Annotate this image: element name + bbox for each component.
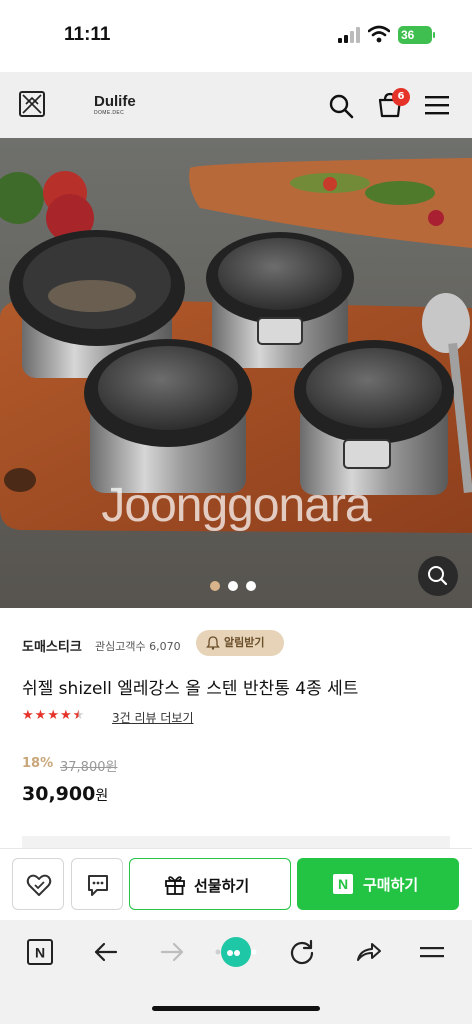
carousel-dot[interactable] xyxy=(228,581,238,591)
product-info: 도매스티크 관심고객수 6,070 알림받기 쉬젤 shizell 엘레강스 올… xyxy=(0,608,472,848)
more-menu-icon[interactable] xyxy=(418,938,446,966)
gift-icon xyxy=(165,876,185,895)
logo-subtext: DOME.DEC xyxy=(94,110,125,116)
rating-stars: ★ ★ ★ ★ ★ xyxy=(22,708,84,724)
watermark-text: Joonggonara xyxy=(101,479,371,532)
sale-price: 30,900원 xyxy=(22,783,108,805)
cart-count-badge: 6 xyxy=(392,88,410,106)
status-time: 11:11 xyxy=(64,24,111,45)
star-icon: ★ xyxy=(47,708,59,723)
store-home-icon[interactable] xyxy=(18,90,46,118)
battery-indicator: 36 xyxy=(398,26,435,44)
magnifier-icon xyxy=(428,566,448,586)
bell-icon xyxy=(206,636,220,650)
star-icon: ★ xyxy=(22,708,34,723)
battery-tip xyxy=(433,32,435,38)
signal-icon xyxy=(338,27,360,43)
carousel-dot[interactable] xyxy=(246,581,256,591)
buy-label: 구매하기 xyxy=(363,876,419,894)
refresh-icon[interactable] xyxy=(288,938,316,966)
wifi-icon xyxy=(368,25,390,43)
home-indicator xyxy=(152,1006,320,1011)
store-logo[interactable]: Dulife DOME.DEC xyxy=(94,93,136,116)
carousel-dots xyxy=(210,581,256,591)
discount-rate: 18% xyxy=(22,756,54,771)
sale-price-unit: 원 xyxy=(95,788,109,804)
product-title: 쉬젤 shizell 엘레강스 올 스텐 반찬통 4종 세트 xyxy=(22,679,359,699)
search-icon[interactable] xyxy=(328,93,354,119)
naver-pay-icon: N xyxy=(333,874,353,894)
logo-text: Dulife xyxy=(94,93,136,110)
back-arrow-icon[interactable] xyxy=(92,938,120,966)
carousel-dot[interactable] xyxy=(210,581,220,591)
zoom-button[interactable] xyxy=(418,556,458,596)
original-price: 37,800원 xyxy=(60,760,118,775)
star-icon: ★ xyxy=(59,708,72,723)
store-name[interactable]: 도매스티크 xyxy=(22,636,82,655)
forward-arrow-icon[interactable] xyxy=(158,938,186,966)
star-icon: ★ xyxy=(34,708,47,723)
naver-home-orb-icon[interactable] xyxy=(214,932,258,972)
notify-button[interactable]: 알림받기 xyxy=(196,630,284,656)
notify-label: 알림받기 xyxy=(224,636,265,649)
tab-letter: N xyxy=(35,945,45,961)
half-star-icon: ★ xyxy=(72,708,85,723)
heart-icon xyxy=(26,874,52,896)
hamburger-menu-icon[interactable] xyxy=(424,94,450,116)
battery-level: 36 xyxy=(401,28,415,42)
talk-chat-button[interactable] xyxy=(71,858,123,910)
review-link[interactable]: 3건 리뷰 더보기 xyxy=(112,709,194,726)
naver-tab-icon[interactable]: N xyxy=(26,938,54,966)
sale-price-value: 30,900 xyxy=(22,783,96,805)
app-header: Dulife DOME.DEC 6 xyxy=(0,72,472,138)
product-image-carousel[interactable]: Joonggonara xyxy=(0,138,472,608)
interested-customers: 관심고객수 6,070 xyxy=(95,640,181,653)
wishlist-button[interactable] xyxy=(12,858,64,910)
share-icon[interactable] xyxy=(354,938,382,966)
gift-label: 선물하기 xyxy=(194,877,250,895)
chat-bubble-icon xyxy=(88,875,108,896)
product-photo xyxy=(0,138,472,608)
status-bar: 11:11 36 xyxy=(0,0,472,72)
section-divider xyxy=(22,836,450,848)
browser-toolbar: N xyxy=(0,920,472,1024)
gift-button[interactable]: 선물하기 xyxy=(129,858,291,910)
buy-button[interactable]: N 구매하기 xyxy=(297,858,459,910)
purchase-action-bar: 선물하기 N 구매하기 xyxy=(0,848,472,920)
